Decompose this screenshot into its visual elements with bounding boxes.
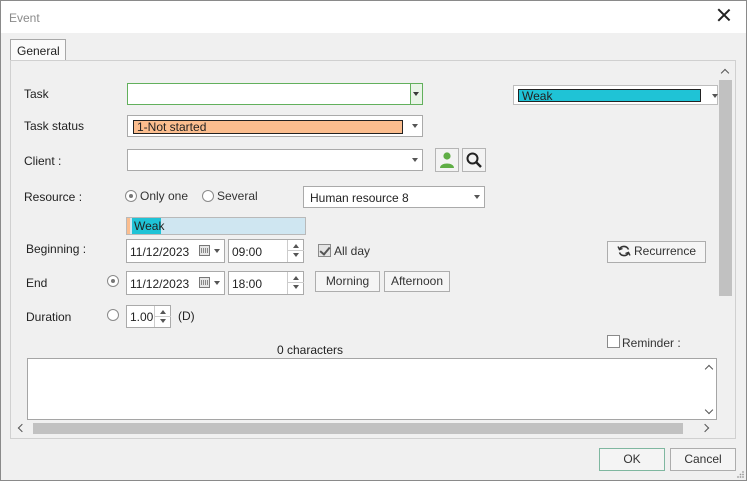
- all-day-checkbox[interactable]: [318, 244, 331, 257]
- beginning-time: 09:00: [232, 245, 263, 259]
- end-date-field[interactable]: 11/12/2023: [126, 271, 225, 295]
- horizontal-scroll-thumb[interactable]: [33, 423, 683, 434]
- beginning-time-field[interactable]: 09:00: [228, 239, 304, 263]
- calendar-icon[interactable]: [199, 245, 210, 256]
- duration-mode-radio[interactable]: [107, 309, 119, 321]
- client-combo[interactable]: [127, 149, 423, 171]
- tab-general[interactable]: General: [10, 39, 66, 61]
- duration-label: Duration: [26, 310, 72, 324]
- end-time-field[interactable]: 18:00: [228, 271, 304, 295]
- recurrence-label: Recurrence: [633, 244, 697, 258]
- scroll-up-icon[interactable]: [720, 68, 730, 78]
- beginning-date: 11/12/2023: [130, 245, 190, 259]
- title-bar: Event: [1, 1, 746, 33]
- cancel-button[interactable]: Cancel: [670, 448, 736, 471]
- person-icon: [440, 152, 454, 168]
- resource-combo[interactable]: Human resource 8: [303, 186, 485, 208]
- resource-value: Human resource 8: [310, 191, 409, 205]
- beginning-label: Beginning :: [26, 242, 87, 256]
- reminder-label: Reminder :: [622, 336, 681, 350]
- resource-level-marker: [127, 218, 130, 234]
- task-status-swatch: 1-Not started: [133, 120, 403, 134]
- beginning-date-field[interactable]: 11/12/2023: [126, 239, 225, 263]
- recurrence-button[interactable]: Recurrence: [607, 241, 706, 263]
- client-label: Client :: [24, 154, 62, 168]
- resource-only-one-label: Only one: [140, 189, 189, 203]
- end-mode-radio[interactable]: [107, 275, 119, 287]
- resource-level-label: Weak: [132, 218, 165, 234]
- chevron-down-icon: [474, 195, 480, 199]
- vertical-scroll-thumb[interactable]: [719, 80, 732, 296]
- end-time: 18:00: [232, 277, 263, 291]
- memo-scrollbar[interactable]: [701, 360, 718, 420]
- task-label: Task: [24, 87, 49, 101]
- search-client-button[interactable]: [462, 148, 486, 172]
- afternoon-button[interactable]: Afternoon: [384, 271, 450, 292]
- close-icon[interactable]: [716, 7, 732, 23]
- chevron-down-icon: [412, 158, 418, 162]
- panel-horizontal-scrollbar[interactable]: [11, 420, 716, 437]
- duration-unit: (D): [178, 309, 195, 323]
- character-counter: 0 characters: [277, 343, 344, 357]
- time-spinner[interactable]: [287, 240, 304, 262]
- calendar-icon[interactable]: [199, 277, 210, 288]
- panel-vertical-scrollbar[interactable]: [717, 64, 734, 352]
- task-dropdown-button[interactable]: [410, 84, 422, 104]
- duration-value: 1.00: [130, 310, 154, 324]
- task-status-label: Task status: [24, 119, 85, 133]
- scroll-down-icon[interactable]: [704, 405, 714, 415]
- event-dialog: Event General Task Weak Task status 1-No…: [0, 0, 747, 481]
- duration-field[interactable]: 1.00: [126, 305, 171, 328]
- task-status-combo[interactable]: 1-Not started: [127, 115, 423, 137]
- duration-spinner[interactable]: [154, 306, 171, 327]
- task-combo[interactable]: [127, 83, 423, 105]
- scroll-right-icon[interactable]: [700, 423, 710, 433]
- chevron-down-icon: [412, 124, 418, 128]
- scroll-up-icon[interactable]: [704, 364, 714, 374]
- task-priority-combo[interactable]: Weak: [513, 85, 718, 105]
- select-client-button[interactable]: [435, 148, 459, 172]
- window-title: Event: [9, 11, 40, 25]
- resource-several-radio[interactable]: [202, 190, 214, 202]
- time-spinner[interactable]: [287, 272, 304, 294]
- scroll-left-icon[interactable]: [17, 423, 27, 433]
- resource-level-bar: Weak: [126, 217, 306, 235]
- end-date: 11/12/2023: [130, 277, 190, 291]
- task-priority-swatch: Weak: [518, 89, 701, 102]
- refresh-icon: [617, 245, 631, 257]
- chevron-down-icon[interactable]: [214, 281, 220, 285]
- chevron-down-icon[interactable]: [214, 249, 220, 253]
- memo-textarea[interactable]: [27, 358, 717, 420]
- search-icon: [466, 152, 482, 168]
- ok-button[interactable]: OK: [599, 448, 665, 471]
- morning-button[interactable]: Morning: [315, 271, 380, 292]
- resize-grip-icon[interactable]: [736, 470, 745, 479]
- end-label: End: [26, 276, 48, 290]
- resource-label: Resource :: [24, 190, 83, 204]
- resource-only-one-radio[interactable]: [125, 190, 137, 202]
- all-day-label: All day: [334, 244, 371, 258]
- chevron-down-icon: [413, 92, 419, 96]
- resource-several-label: Several: [217, 189, 258, 203]
- reminder-checkbox[interactable]: [607, 335, 620, 348]
